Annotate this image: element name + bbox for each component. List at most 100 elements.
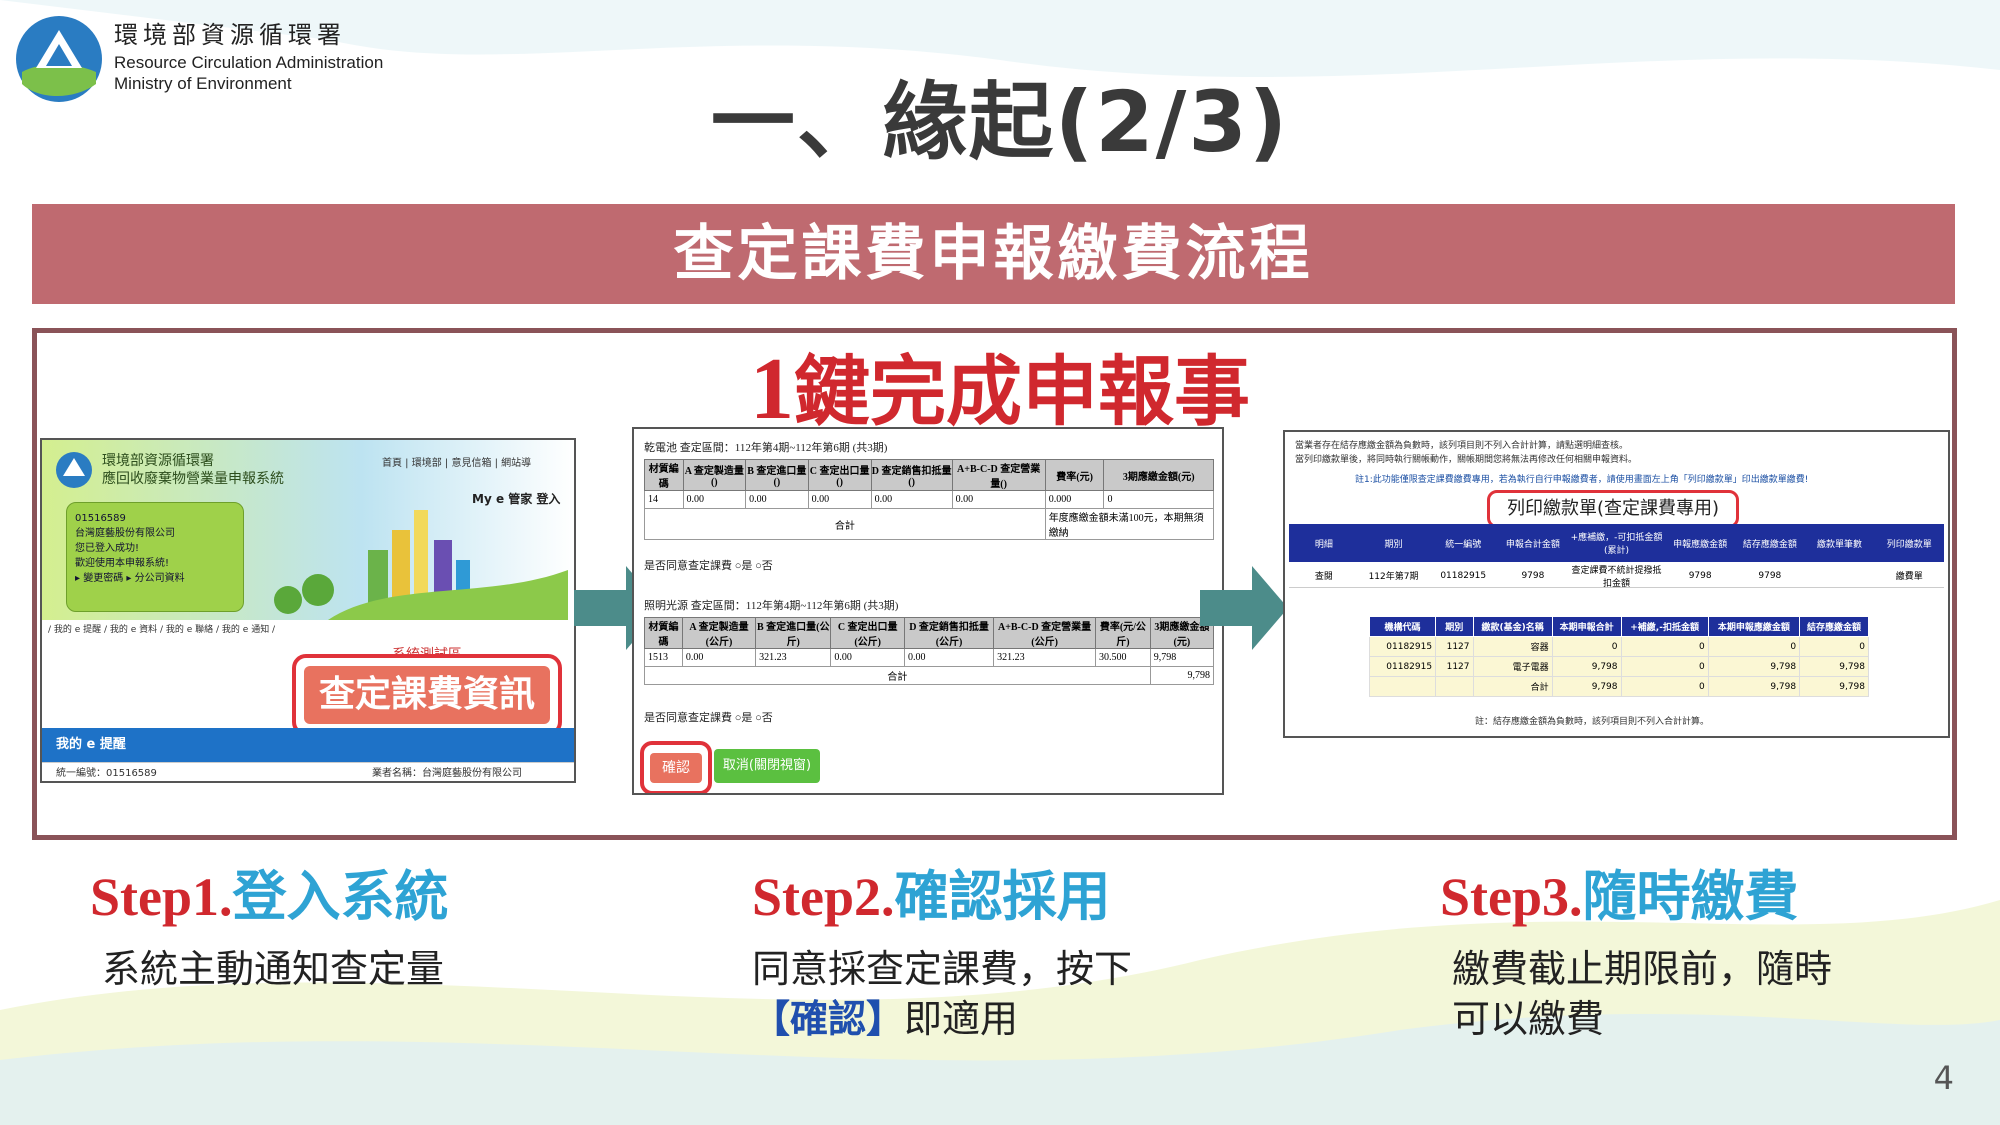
table-row: 合計 9,798 0 9,798 9,798 xyxy=(1368,676,1869,697)
print-slip-button[interactable]: 列印繳款單(查定課費專用) xyxy=(1487,490,1739,528)
col-header: 明細 xyxy=(1314,539,1333,550)
headline-text: 鍵完成申報事 xyxy=(794,347,1250,436)
card-line: 歡迎使用本申報系統! xyxy=(75,558,170,569)
cell: 0.00 xyxy=(903,648,995,667)
cell: 321.23 xyxy=(755,648,832,667)
col-header: B 查定進口量(公斤) xyxy=(755,617,832,649)
col-header: 機構代碼 xyxy=(1368,616,1437,637)
sum-label: 合計 xyxy=(644,508,1046,540)
step-number: Step3. xyxy=(1440,867,1583,927)
login-title-1: 環境部資源循環署 xyxy=(102,453,214,469)
view-detail-button[interactable]: 查閱 xyxy=(1289,569,1359,582)
confirm-button-highlight[interactable]: 確認 xyxy=(640,741,712,793)
cell xyxy=(1435,676,1474,697)
cell: 查定課費不統計提撥抵扣金額 xyxy=(1571,565,1662,589)
sum-value: 9,798 xyxy=(1149,666,1215,685)
cell: 0.00 xyxy=(951,490,1046,509)
cell: 01182915 xyxy=(1440,570,1487,581)
col-header: A+B-C-D 查定營業量() xyxy=(951,459,1046,491)
cell: 9,798 xyxy=(1551,676,1622,697)
step-1: Step1.登入系統 系統主動通知查定量 xyxy=(90,862,650,994)
step-desc: 系統主動通知查定量 xyxy=(90,944,650,994)
sum-row: 合計 年度應繳金額未滿100元，本期無須繳納 xyxy=(644,508,1215,540)
col-header: 統一編號 xyxy=(1445,539,1482,550)
pay-slip-button[interactable]: 繳費單 xyxy=(1874,569,1944,582)
cell: 1513 xyxy=(644,648,683,667)
table-row: 01182915 1127 電子電器 9,798 0 9,798 9,798 xyxy=(1368,656,1869,677)
payment-note: 當列印繳款單後，將同時執行關帳動作，關帳期間您將無法再修改任何相關申報資料。 xyxy=(1295,455,1638,465)
col-header: +應補繳，-可扣抵金額(累計) xyxy=(1570,533,1663,556)
col-header: 結存應繳金額 xyxy=(1799,616,1869,637)
step-title: Step1.登入系統 xyxy=(90,862,650,932)
step-name: 隨時繳費 xyxy=(1582,865,1799,928)
cancel-button[interactable]: 取消(關閉視窗) xyxy=(714,749,820,783)
cell: 0 xyxy=(1799,636,1869,657)
cell: 14 xyxy=(644,490,684,509)
banner-text: 查定課費申報繳費流程 xyxy=(673,219,1314,289)
login-card: 01516589 台灣庭藝股份有限公司 您已登入成功! 歡迎使用本申報系統! ▸… xyxy=(66,502,244,612)
screenshot-confirm: 乾電池 查定區間：112年第4期~112年第6期 (共3期) 材質編碼 A 查定… xyxy=(632,427,1224,795)
login-tabs[interactable]: / 我的 e 提醒 / 我的 e 資料 / 我的 e 聯絡 / 我的 e 通知 … xyxy=(48,622,275,635)
cell: 9,798 xyxy=(1707,676,1801,697)
cell: 0.00 xyxy=(745,490,809,509)
step-number: Step1. xyxy=(90,867,233,927)
col-header: C 查定出口量() xyxy=(807,459,872,491)
assess-info-button-highlight[interactable]: 查定課費資訊 xyxy=(292,654,562,736)
cell: 9,798 xyxy=(1707,656,1801,677)
agree-battery[interactable]: 是否同意查定課費 ○是 ○否 xyxy=(644,557,773,573)
arrow-right-icon xyxy=(1200,566,1288,650)
col-header: 費率(元) xyxy=(1044,459,1105,491)
col-header: 期別 xyxy=(1435,616,1474,637)
assess-info-button[interactable]: 查定課費資訊 xyxy=(304,666,550,724)
table-row: 查閱 112年第7期 01182915 9798 查定課費不統計提撥抵扣金額 9… xyxy=(1289,564,1944,589)
col-header: 費率(元/公斤) xyxy=(1095,617,1151,649)
cell: 01182915 xyxy=(1368,636,1437,657)
footer-id: 統一編號：01516589 xyxy=(56,768,157,779)
cell: 9798 xyxy=(1688,570,1712,581)
step-desc-text: 可以繳費 xyxy=(1452,997,1605,1041)
step-desc-text: 繳費截止期限前，隨時 xyxy=(1452,947,1833,991)
col-header: +補繳,-扣抵金額 xyxy=(1620,616,1709,637)
cell: 9,798 xyxy=(1551,656,1622,677)
step-title: Step2.確認採用 xyxy=(752,862,1232,932)
card-line[interactable]: ▸ 變更密碼 ▸ 分公司資料 xyxy=(67,571,243,586)
col-header: D 查定銷售扣抵量() xyxy=(870,459,953,491)
col-header: 申報合計金額 xyxy=(1505,539,1560,550)
confirm-button[interactable]: 確認 xyxy=(650,753,702,783)
headline: 1鍵完成申報事 xyxy=(0,330,2000,440)
cell: 1127 xyxy=(1435,656,1474,677)
step-desc-text: 同意採查定課費，按下 xyxy=(752,947,1133,991)
headline-number: 1 xyxy=(750,341,794,438)
col-header: A+B-C-D 查定營業量(公斤) xyxy=(993,617,1097,649)
col-header: 列印繳款單 xyxy=(1886,539,1932,550)
table-lighting: 材質編碼 A 查定製造量(公斤) B 查定進口量(公斤) C 查定出口量(公斤)… xyxy=(644,617,1215,685)
col-header: 本期申報合計 xyxy=(1551,616,1622,637)
cell: 1127 xyxy=(1435,636,1474,657)
cell: 0.00 xyxy=(870,490,953,509)
step-2: Step2.確認採用 同意採查定課費，按下 【確認】即適用 xyxy=(752,862,1232,1044)
agree-lighting[interactable]: 是否同意查定課費 ○是 ○否 xyxy=(644,709,773,725)
cell: 0 xyxy=(1103,490,1214,509)
cell: 0.00 xyxy=(807,490,872,509)
payment-detail-table: 機構代碼 期別 繳款(基金)名稱 本期申報合計 +補繳,-扣抵金額 本期申報應繳… xyxy=(1368,616,1869,697)
step-name: 登入系統 xyxy=(232,865,449,928)
cell: 0 xyxy=(1620,676,1709,697)
cell: 0 xyxy=(1551,636,1622,657)
city-illustration-icon xyxy=(274,510,568,620)
login-nav[interactable]: 首頁 | 環境部 | 意見信箱 | 網站導 xyxy=(382,454,531,469)
col-header: 3期應繳金額(元) xyxy=(1103,459,1214,491)
login-title-2: 應回收廢棄物營業量申報系統 xyxy=(102,471,284,487)
step-number: Step2. xyxy=(752,867,895,927)
col-header: A 查定製造量() xyxy=(682,459,747,491)
cell: 9,798 xyxy=(1799,656,1869,677)
cell: 30.500 xyxy=(1095,648,1151,667)
login-hero: 環境部資源循環署 應回收廢棄物營業量申報系統 首頁 | 環境部 | 意見信箱 |… xyxy=(42,440,574,620)
col-header: C 查定出口量(公斤) xyxy=(830,617,905,649)
table-row: 14 0.00 0.00 0.00 0.00 0.00 0.000 0 xyxy=(644,490,1214,509)
period-lighting: 照明光源 查定區間：112年第4期~112年第6期 (共3期) xyxy=(644,600,899,612)
step-desc-text: 系統主動通知查定量 xyxy=(102,947,445,991)
login-site-title: 環境部資源循環署 應回收廢棄物營業量申報系統 xyxy=(102,452,284,488)
cell: 合計 xyxy=(1472,676,1553,697)
sum-label: 合計 xyxy=(644,666,1151,685)
sum-row: 合計 9,798 xyxy=(644,666,1215,685)
